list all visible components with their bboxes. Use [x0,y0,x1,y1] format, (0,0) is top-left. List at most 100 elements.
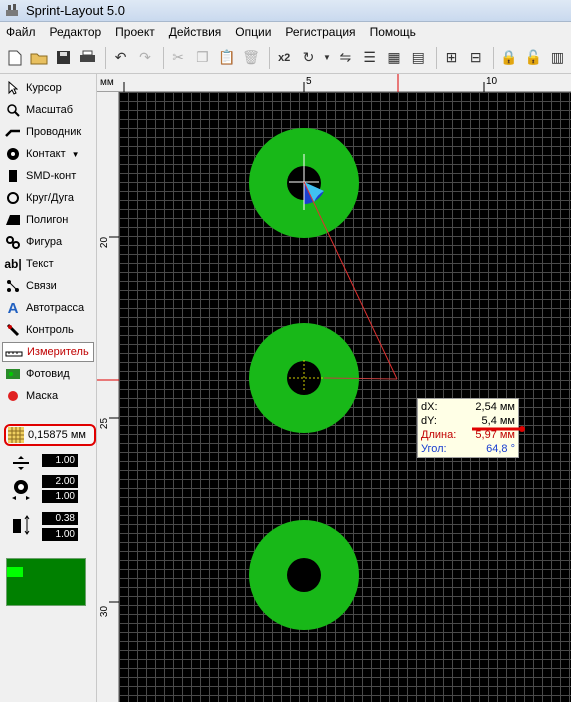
tool-figure[interactable]: Фигура [2,232,94,252]
tool-control[interactable]: Контроль [2,320,94,340]
annotation-underline [472,426,525,432]
paste-icon[interactable]: 📋 [216,47,237,69]
align-icon[interactable]: ☰ [359,47,380,69]
tool-photoview[interactable]: Фотовид [2,364,94,384]
measure-row-dx: dX: 2,54 мм [421,401,517,414]
control-icon [4,322,22,338]
lock-icon[interactable]: 🔒 [498,47,519,69]
smd-size-icon [8,512,34,538]
tool-label: Контроль [26,324,74,336]
text-icon: ab| [4,257,22,271]
track-icon [4,124,22,140]
cut-icon[interactable]: ✂ [168,47,189,69]
preview-highlight [7,567,23,577]
measure-baseline [323,377,398,380]
track-width-value[interactable]: 1.00 [42,454,78,467]
tool-measure[interactable]: Измеритель [2,342,94,362]
measure-line [303,181,398,380]
grid-size-selector[interactable]: 0,15875 мм [4,424,96,446]
tool-label: Фигура [26,236,63,248]
track-width-icon [8,452,34,474]
measure-label: Длина: [421,429,457,441]
measure-row-angle: Угол: 64,8 ° [421,443,517,456]
figure-icon [4,234,22,250]
unlock-icon[interactable]: 🔓 [523,47,544,69]
properties-icon[interactable]: ▥ [547,47,568,69]
vertical-ruler: 20 25 30 [97,92,119,702]
menu-actions[interactable]: Действия [169,25,222,39]
undo-icon[interactable]: ↶ [110,47,131,69]
tool-autoroute[interactable]: A Автотрасса [2,298,94,318]
grid-icon [8,427,24,443]
tool-track[interactable]: Проводник [2,122,94,142]
tool-cursor[interactable]: Курсор [2,78,94,98]
menu-editor[interactable]: Редактор [50,25,102,39]
open-folder-icon[interactable] [28,47,49,69]
smd-height-value[interactable]: 1.00 [42,528,78,541]
menu-file[interactable]: Файл [6,25,36,39]
tool-text[interactable]: ab| Текст [2,254,94,274]
toolbar-separator [493,46,495,69]
autoroute-icon: A [7,299,19,317]
chevron-down-icon[interactable]: ▼ [72,150,80,159]
save-icon[interactable] [53,47,74,69]
ruler-ticks [97,236,119,603]
toolbar-separator [162,46,164,69]
menu-options[interactable]: Опции [235,25,271,39]
measure-label: dX: [421,401,438,413]
redo-icon[interactable]: ↷ [134,47,155,69]
pad-icon [4,146,22,162]
smd-width-value[interactable]: 0.38 [42,512,78,525]
measure-label: dY: [421,415,437,427]
pad-size-icon [8,474,34,504]
tool-polygon[interactable]: Полигон [2,210,94,230]
photoview-icon [4,366,22,382]
smd-icon [4,168,22,184]
tool-circle[interactable]: Круг/Дуга [2,188,94,208]
rotate-dropdown-icon[interactable]: ▼ [322,47,332,69]
tool-panel: Курсор Масштаб Проводник Контакт ▼ SMD-к… [0,74,97,702]
tool-label: Маска [26,390,59,402]
layer-icon[interactable]: ⊞ [441,47,462,69]
menu-project[interactable]: Проект [115,25,155,39]
pad-inner-value[interactable]: 1.00 [42,490,78,503]
zoom-icon [4,102,22,118]
measure-value: 64,8 ° [486,443,515,455]
toolbar: ↶ ↷ ✂ ❐ 📋 🗑 x2 ↻ ▼ ⇋ ☰ ▦ ▤ ⊞ ⊟ 🔒 🔓 ▥ [0,42,571,74]
tool-label: Масштаб [26,104,74,116]
copy-icon[interactable]: ❐ [192,47,213,69]
tool-pad[interactable]: Контакт ▼ [2,144,94,164]
tool-mask[interactable]: Маска [2,386,94,406]
rotate-icon[interactable]: ↻ [298,47,319,69]
polygon-icon [4,212,22,228]
menu-registration[interactable]: Регистрация [285,25,355,39]
duplicate-button[interactable]: x2 [274,47,295,69]
delete-icon[interactable]: 🗑 [240,47,261,69]
circle-icon [4,190,22,206]
tool-label: Полигон [26,214,69,226]
tool-label: Измеритель [27,346,89,358]
print-icon[interactable] [77,47,98,69]
mirror-icon[interactable]: ⇋ [335,47,356,69]
menu-help[interactable]: Помощь [370,25,416,39]
layer-preview [6,558,86,606]
tool-label: SMD-конт [26,170,77,182]
tool-label: Автотрасса [26,302,85,314]
tool-label: Круг/Дуга [26,192,75,204]
pad-outer-value[interactable]: 2.00 [42,475,78,488]
tool-label: Текст [26,258,54,270]
new-file-icon[interactable] [4,47,25,69]
toolbar-separator [435,46,437,69]
grid-size-value: 0,15875 мм [28,429,86,441]
tool-connections[interactable]: Связи [2,276,94,296]
measure-overlay [289,154,398,392]
group-icon[interactable]: ▦ [383,47,404,69]
menu-bar: Файл Редактор Проект Действия Опции Реги… [0,22,571,42]
ungroup-icon[interactable]: ▤ [408,47,429,69]
tool-zoom[interactable]: Масштаб [2,100,94,120]
distribute-icon[interactable]: ⊟ [465,47,486,69]
tool-label: Фотовид [26,368,70,380]
tool-smd[interactable]: SMD-конт [2,166,94,186]
app-icon [6,4,18,16]
pcb-canvas[interactable] [119,92,571,702]
